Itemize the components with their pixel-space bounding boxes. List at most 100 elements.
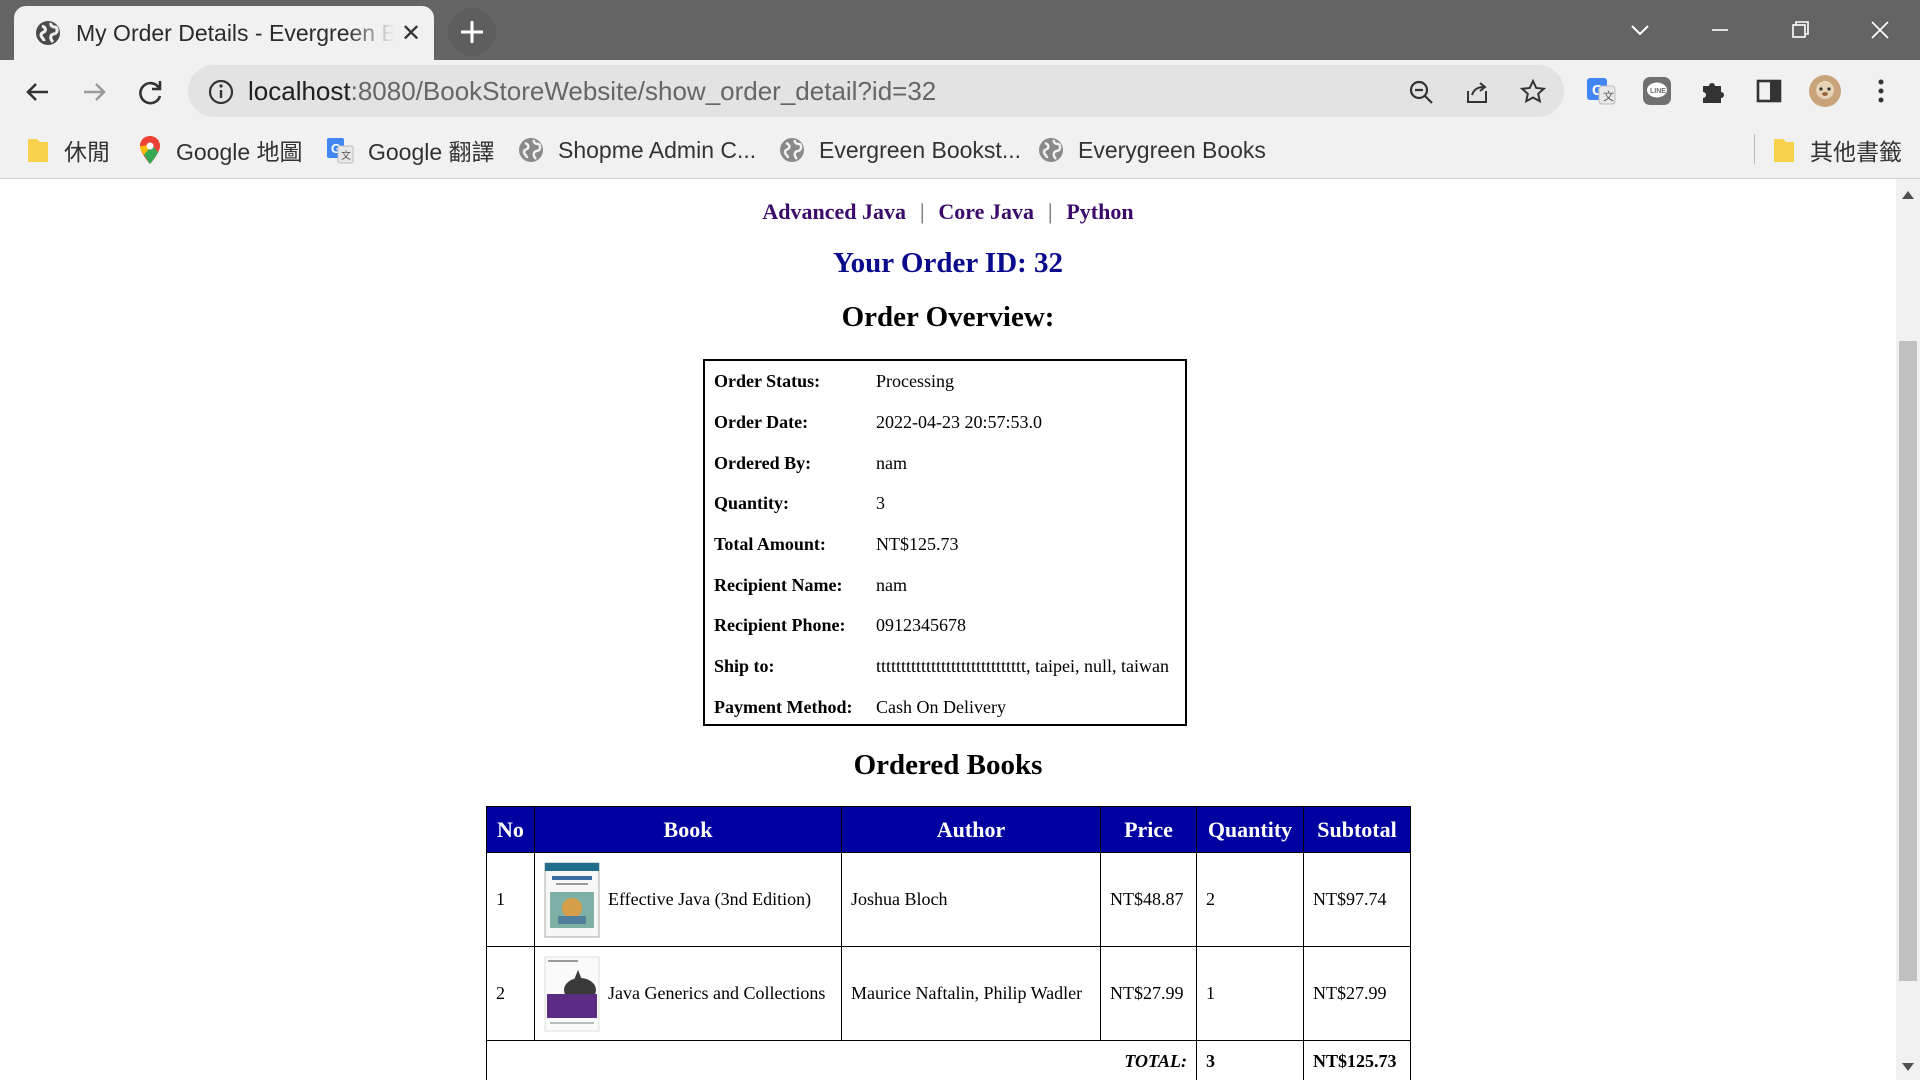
column-header-book: Book xyxy=(534,806,842,853)
column-header-subtotal: Subtotal xyxy=(1303,806,1411,853)
svg-text:LINE: LINE xyxy=(1650,88,1666,95)
tab-strip: My Order Details - Evergreen Books ✕ xyxy=(0,0,1920,60)
tab-search-chevron-icon[interactable] xyxy=(1618,10,1662,50)
cell-book: Java Generics and Collections xyxy=(534,946,842,1041)
kebab-menu-icon[interactable] xyxy=(1864,74,1898,108)
page-content: Advanced Java | Core Java | Python Your Orde… xyxy=(0,179,1896,1080)
category-separator: | xyxy=(1047,199,1053,224)
ordered-books-table: No Book Author Price Quantity Subtotal 1 xyxy=(486,806,1411,1080)
order-overview-table: Order Status: Processing Order Date: 202… xyxy=(703,359,1187,726)
category-separator: | xyxy=(920,199,925,224)
ordered-books-heading: Ordered Books xyxy=(853,749,1043,781)
overview-value: Processing xyxy=(876,371,954,391)
table-row: 1 Effective Java (3nd Edition) Joshua Bl… xyxy=(486,852,1411,947)
column-header-price: Price xyxy=(1100,806,1197,853)
cell-quantity: 2 xyxy=(1196,852,1304,947)
table-header-row: No Book Author Price Quantity Subtotal xyxy=(486,806,1411,853)
extensions-puzzle-icon[interactable] xyxy=(1696,74,1730,108)
bookmark-label: 其他書籤 xyxy=(1810,139,1902,165)
bookmark-label: Google 翻譯 xyxy=(368,139,495,165)
category-link-core-java[interactable]: Core Java xyxy=(938,199,1034,224)
google-maps-icon xyxy=(140,136,160,164)
overview-value: nam xyxy=(876,453,907,473)
minimize-icon[interactable] xyxy=(1698,10,1742,50)
book-cover-effective-java[interactable] xyxy=(544,862,600,938)
globe-icon xyxy=(36,21,60,45)
bookmark-everygreen-books[interactable]: Everygreen Books xyxy=(1038,134,1266,166)
bookmark-label: 休閒 xyxy=(64,139,110,165)
restore-icon[interactable] xyxy=(1778,10,1822,50)
globe-icon xyxy=(1039,138,1063,162)
bookmark-folder-leisure[interactable]: 休閒 xyxy=(26,134,110,166)
google-translate-icon: G文 xyxy=(327,138,354,164)
folder-icon xyxy=(1774,139,1794,162)
book-title[interactable]: Effective Java (3nd Edition) xyxy=(608,889,811,910)
overview-label: Payment Method: xyxy=(714,697,853,717)
cell-book: Effective Java (3nd Edition) xyxy=(534,852,842,947)
cell-quantity: 1 xyxy=(1196,946,1304,1041)
total-amount: NT$125.73 xyxy=(1303,1040,1411,1080)
cell-price: NT$27.99 xyxy=(1100,946,1197,1041)
overview-value: 0912345678 xyxy=(876,615,966,635)
url-text[interactable]: localhost:8080/BookStoreWebsite/show_ord… xyxy=(248,76,936,107)
new-tab-button[interactable] xyxy=(448,8,496,56)
svg-text:文: 文 xyxy=(341,149,351,162)
browser-toolbar: localhost:8080/BookStoreWebsite/show_ord… xyxy=(0,60,1920,122)
site-info-icon[interactable] xyxy=(206,77,236,107)
bookmark-label: Google 地圖 xyxy=(176,139,303,165)
line-extension-icon[interactable]: LINE xyxy=(1640,74,1674,108)
overview-label: Ordered By: xyxy=(714,453,812,473)
globe-icon xyxy=(780,138,804,162)
bookmark-other-folder[interactable]: 其他書籤 xyxy=(1772,134,1902,166)
overview-value: NT$125.73 xyxy=(876,534,959,554)
scrollbar-thumb[interactable] xyxy=(1899,341,1917,981)
side-panel-icon[interactable] xyxy=(1752,74,1786,108)
cell-subtotal: NT$27.99 xyxy=(1303,946,1411,1041)
bookmark-star-icon[interactable] xyxy=(1518,77,1548,107)
cell-no: 1 xyxy=(486,852,535,947)
bookmark-evergreen-bookstore[interactable]: Evergreen Bookst... xyxy=(779,134,1021,166)
close-window-icon[interactable] xyxy=(1858,10,1902,50)
share-icon[interactable] xyxy=(1462,77,1492,107)
total-quantity: 3 xyxy=(1196,1040,1304,1080)
overview-label: Order Status: xyxy=(714,371,821,391)
book-title[interactable]: Java Generics and Collections xyxy=(608,983,825,1004)
book-cover-java-generics[interactable] xyxy=(544,956,600,1032)
overview-label: Recipient Phone: xyxy=(714,615,846,635)
active-tab[interactable]: My Order Details - Evergreen Books ✕ xyxy=(14,6,434,60)
overview-value: 3 xyxy=(876,493,885,513)
page-scrollbar[interactable] xyxy=(1896,179,1920,1080)
category-link-python[interactable]: Python xyxy=(1066,199,1133,224)
column-header-author: Author xyxy=(841,806,1101,853)
forward-arrow-icon[interactable] xyxy=(76,74,112,110)
order-overview-heading: Order Overview: xyxy=(841,301,1055,333)
bookmarks-bar: 休閒 Google 地圖 G文 Google 翻譯 Shopme Admin C… xyxy=(0,122,1920,179)
bookmark-shopme-admin[interactable]: Shopme Admin C... xyxy=(518,134,756,166)
url-path: :8080/BookStoreWebsite/show_order_detail… xyxy=(350,76,937,106)
overview-label: Ship to: xyxy=(714,656,775,676)
overview-label: Total Amount: xyxy=(714,534,826,554)
address-bar[interactable]: localhost:8080/BookStoreWebsite/show_ord… xyxy=(188,65,1564,117)
category-nav: Advanced Java | Core Java | Python xyxy=(0,199,1896,225)
zoom-icon[interactable] xyxy=(1406,77,1436,107)
bookmark-google-translate[interactable]: G文 Google 翻譯 xyxy=(326,134,495,166)
column-header-no: No xyxy=(486,806,535,853)
google-translate-icon[interactable]: G文 xyxy=(1584,74,1618,108)
overview-value: nam xyxy=(876,575,907,595)
order-id-heading: Your Order ID: 32 xyxy=(832,247,1064,279)
globe-icon xyxy=(519,138,543,162)
back-arrow-icon[interactable] xyxy=(20,74,56,110)
bookmark-google-maps[interactable]: Google 地圖 xyxy=(138,134,303,166)
profile-avatar[interactable] xyxy=(1808,74,1842,108)
overview-label: Recipient Name: xyxy=(714,575,843,595)
overview-label: Order Date: xyxy=(714,412,809,432)
reload-icon[interactable] xyxy=(132,74,168,110)
bookmark-label: Everygreen Books xyxy=(1078,136,1266,163)
url-host: localhost xyxy=(248,76,351,106)
total-spacer xyxy=(486,1040,535,1080)
cell-no: 2 xyxy=(486,946,535,1041)
close-tab-icon[interactable]: ✕ xyxy=(398,20,424,46)
scroll-up-arrow-icon[interactable] xyxy=(1902,191,1914,199)
category-link-advanced-java[interactable]: Advanced Java xyxy=(762,199,906,224)
scroll-down-arrow-icon[interactable] xyxy=(1902,1063,1914,1071)
